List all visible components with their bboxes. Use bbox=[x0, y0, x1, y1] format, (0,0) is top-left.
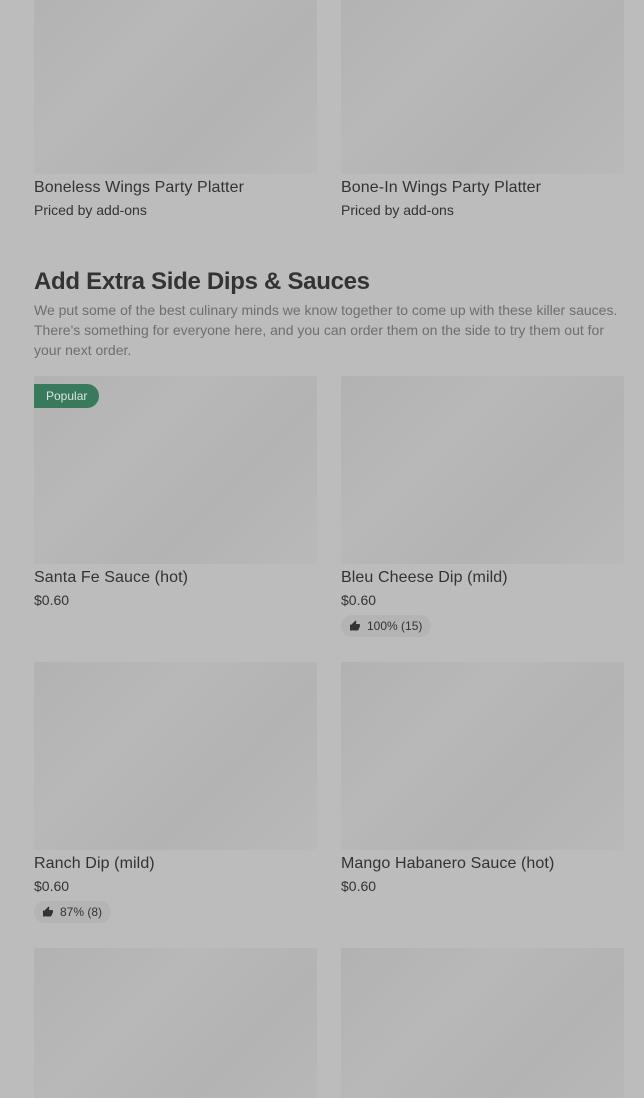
menu-item-card[interactable]: Ranch Dip (mild) $0.60 87% (8) bbox=[34, 662, 317, 923]
menu-item-card[interactable]: Bleu Cheese Dip (mild) $0.60 100% (15) bbox=[341, 376, 624, 637]
thumbs-up-icon bbox=[350, 620, 360, 631]
item-price: $0.60 bbox=[341, 592, 377, 608]
section-description: We put some of the best culinary minds w… bbox=[34, 302, 618, 358]
item-title: Santa Fe Sauce (hot) bbox=[34, 569, 189, 586]
menu-item-card[interactable] bbox=[34, 948, 317, 1098]
item-image[interactable] bbox=[341, 0, 624, 174]
item-title: Bleu Cheese Dip (mild) bbox=[341, 569, 508, 586]
item-title: Mango Habanero Sauce (hot) bbox=[341, 855, 555, 872]
item-title: Boneless Wings Party Platter bbox=[34, 179, 244, 196]
item-image[interactable] bbox=[341, 376, 624, 564]
menu-page: Boneless Wings Party Platter Priced by a… bbox=[0, 0, 644, 1098]
item-image[interactable] bbox=[341, 662, 624, 850]
item-image[interactable] bbox=[34, 662, 317, 850]
item-price: $0.60 bbox=[34, 878, 70, 894]
popular-badge: Popular bbox=[34, 384, 100, 408]
item-title: Bone-In Wings Party Platter bbox=[341, 179, 542, 196]
item-image[interactable] bbox=[34, 948, 317, 1098]
rating-pill: 100% (15) bbox=[341, 615, 432, 637]
item-title: Ranch Dip (mild) bbox=[34, 855, 155, 872]
item-image[interactable] bbox=[34, 0, 317, 174]
menu-item-card[interactable] bbox=[341, 948, 624, 1098]
item-price: $0.60 bbox=[34, 592, 70, 608]
item-price: Priced by add-ons bbox=[34, 202, 147, 218]
thumbs-up-icon bbox=[43, 906, 53, 917]
rating-pill: 87% (8) bbox=[34, 901, 112, 923]
menu-item-card[interactable]: Bone-In Wings Party Platter Priced by ad… bbox=[341, 0, 624, 219]
menu-item-card[interactable]: Popular Santa Fe Sauce (hot) $0.60 bbox=[34, 376, 317, 609]
item-price: Priced by add-ons bbox=[341, 202, 454, 218]
item-image[interactable] bbox=[341, 948, 624, 1098]
section-title: Add Extra Side Dips & Sauces bbox=[34, 268, 370, 295]
rating-text: 87% (8) bbox=[60, 905, 103, 919]
rating-text: 100% (15) bbox=[367, 619, 423, 633]
item-price: $0.60 bbox=[341, 878, 377, 894]
menu-item-card[interactable]: Mango Habanero Sauce (hot) $0.60 bbox=[341, 662, 624, 895]
menu-item-card[interactable]: Boneless Wings Party Platter Priced by a… bbox=[34, 0, 317, 219]
